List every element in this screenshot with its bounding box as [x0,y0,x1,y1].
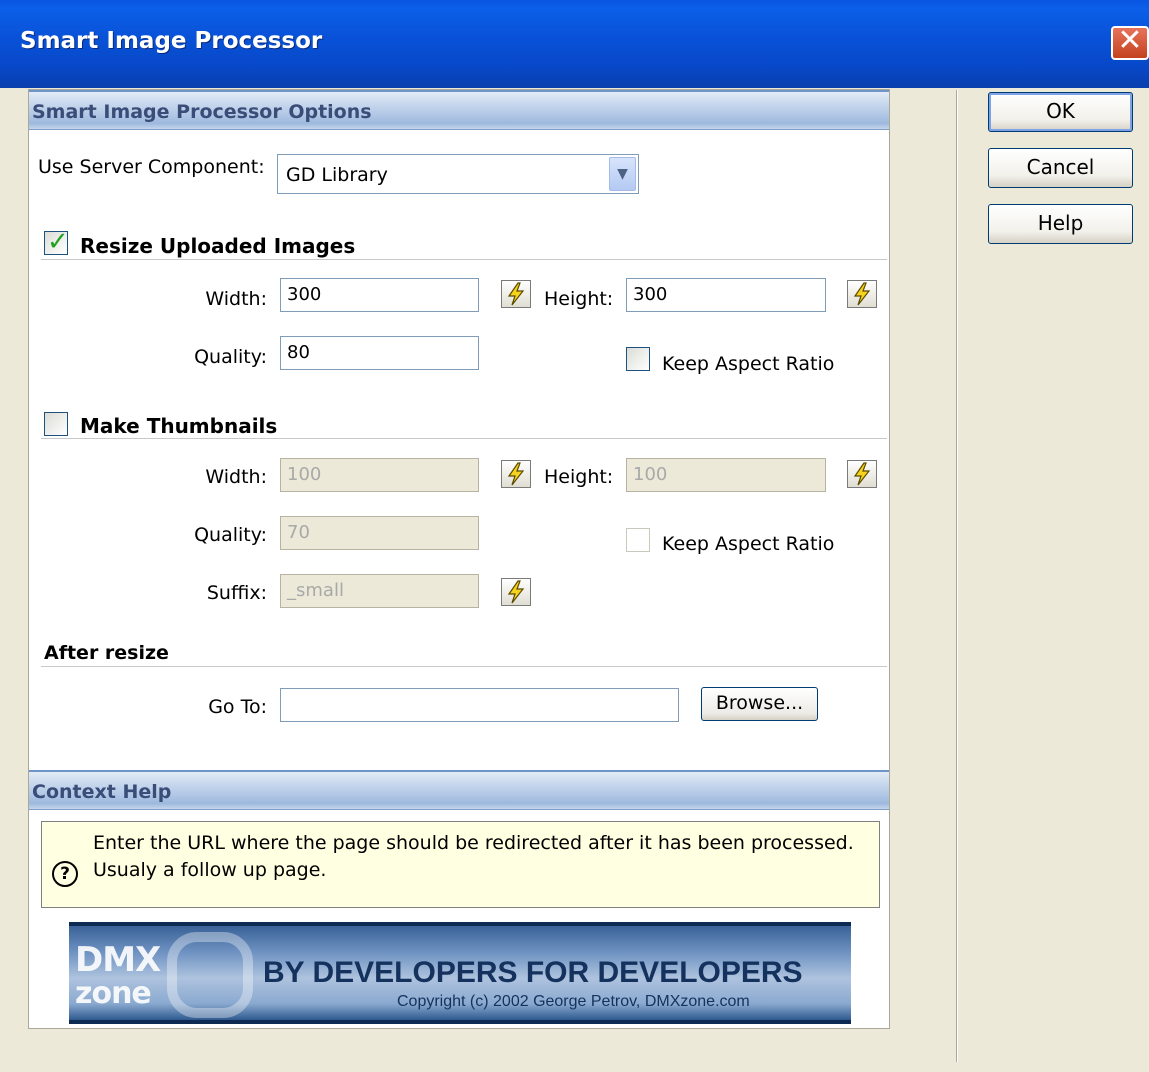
after-resize-title: After resize [44,642,169,664]
resize-keep-aspect-label: Keep Aspect Ratio [662,353,835,375]
resize-width-input[interactable]: 300 [280,278,479,312]
help-icon: ? [52,861,78,887]
thumb-quality-input[interactable]: 70 [280,516,479,550]
lightning-icon[interactable] [501,460,531,488]
chevron-down-icon[interactable]: ▼ [609,157,636,191]
thumb-keep-aspect-checkbox[interactable] [626,528,650,552]
banner-logo-mark [167,932,253,1018]
server-component-select[interactable]: GD Library ▼ [277,154,639,194]
thumb-quality-label: Quality: [194,524,267,546]
close-icon: ✕ [1117,23,1143,58]
make-thumbnails-checkbox[interactable] [44,412,68,436]
ok-button[interactable]: OK [988,92,1133,132]
browse-button[interactable]: Browse... [701,687,818,721]
title-bar: Smart Image Processor ✕ [0,0,1149,88]
resize-keep-aspect-checkbox[interactable] [626,347,650,371]
context-help-box: ? Enter the URL where the page should be… [41,821,880,908]
checkmark-icon: ✓ [47,227,69,257]
thumb-width-label: Width: [205,466,267,488]
resize-quality-input[interactable]: 80 [280,336,479,370]
banner-logo-bottom: zone [75,976,152,1011]
goto-label: Go To: [208,696,267,718]
lightning-icon[interactable] [501,280,531,308]
goto-input[interactable] [280,688,679,722]
thumb-width-input[interactable]: 100 [280,458,479,492]
options-panel: Smart Image Processor Options Use Server… [28,89,890,1029]
thumb-height-label: Height: [544,466,614,488]
banner-tagline: BY DEVELOPERS FOR DEVELOPERS [263,956,803,989]
vertical-separator [956,90,958,1062]
resize-width-label: Width: [205,288,267,310]
resize-images-title: Resize Uploaded Images [80,234,356,258]
help-button[interactable]: Help [988,204,1133,244]
close-button[interactable]: ✕ [1111,26,1149,60]
resize-height-label: Height: [544,288,614,310]
context-help-header-label: Context Help [32,781,172,803]
divider [41,438,887,439]
lightning-icon[interactable] [847,460,877,488]
lightning-icon[interactable] [501,578,531,606]
resize-images-checkbox[interactable]: ✓ [44,227,69,257]
make-thumbnails-title: Make Thumbnails [80,414,278,438]
thumb-height-input[interactable]: 100 [626,458,826,492]
context-help-header: Context Help [29,770,889,810]
divider [41,259,887,260]
cancel-button[interactable]: Cancel [988,148,1133,188]
thumb-keep-aspect-label: Keep Aspect Ratio [662,533,835,555]
server-component-label: Use Server Component: [38,156,265,178]
context-help-text: Enter the URL where the page should be r… [93,832,854,881]
banner-logo-top: DMX [75,940,161,980]
options-header: Smart Image Processor Options [29,90,889,130]
banner-copyright: Copyright (c) 2002 George Petrov, DMXzon… [397,993,750,1010]
divider [41,666,887,667]
window-title: Smart Image Processor [20,28,323,54]
options-header-label: Smart Image Processor Options [32,101,372,123]
resize-quality-label: Quality: [194,346,267,368]
lightning-icon[interactable] [847,280,877,308]
dmxzone-banner: DMX zone BY DEVELOPERS FOR DEVELOPERS Co… [69,922,851,1024]
thumb-suffix-label: Suffix: [206,582,267,604]
resize-height-input[interactable]: 300 [626,278,826,312]
thumb-suffix-input[interactable]: _small [280,574,479,608]
server-component-value: GD Library [286,164,388,186]
